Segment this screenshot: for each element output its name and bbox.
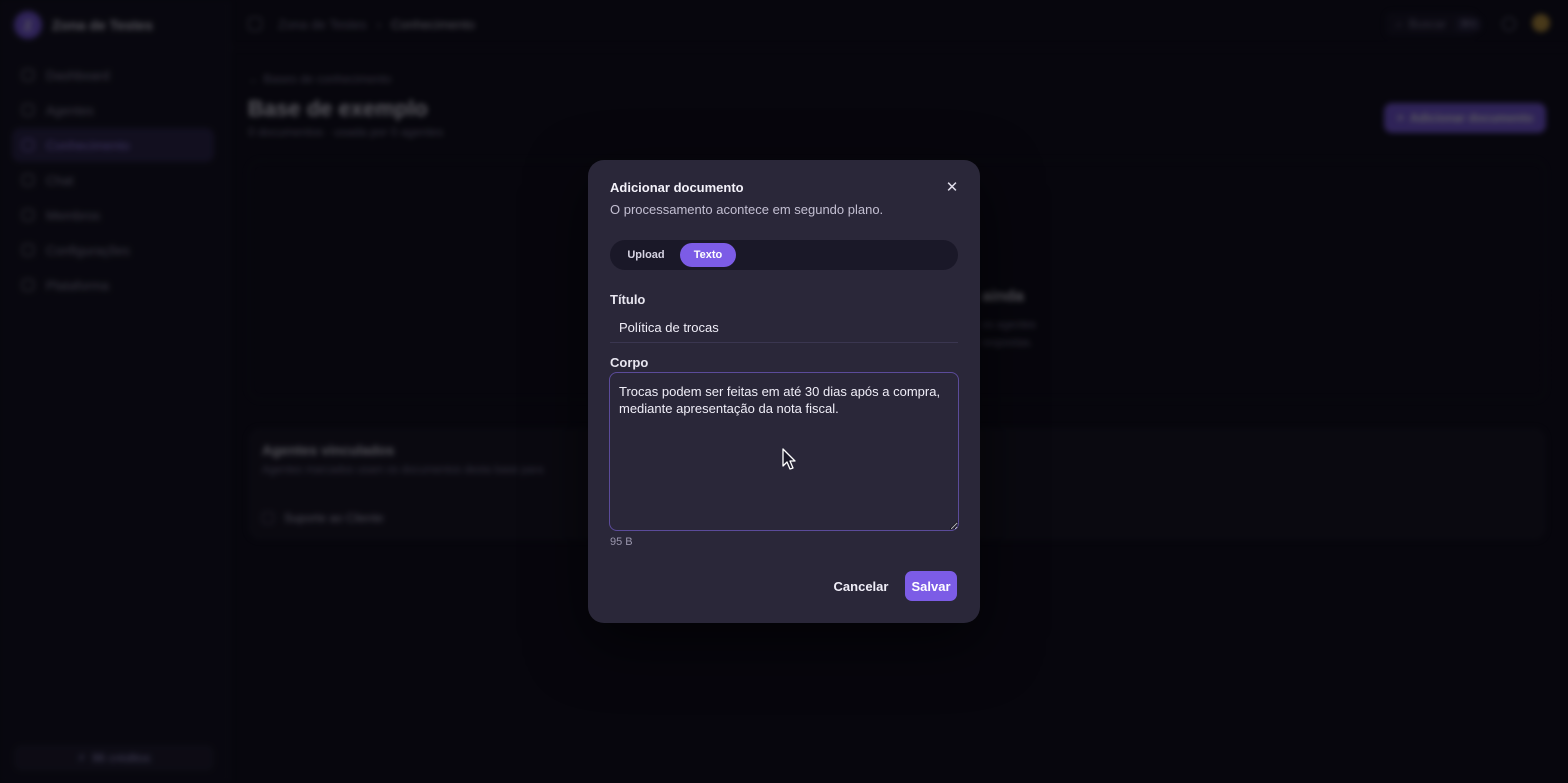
mouse-cursor-icon: [782, 448, 796, 470]
cancel-button[interactable]: Cancelar: [828, 572, 894, 600]
dialog-description: O processamento acontece em segundo plan…: [610, 202, 884, 217]
close-icon[interactable]: ✕: [944, 180, 960, 196]
tab-upload[interactable]: Upload: [616, 243, 676, 267]
save-button[interactable]: Salvar: [905, 571, 957, 601]
tab-texto[interactable]: Texto: [680, 243, 736, 267]
source-tabs: Upload Texto: [610, 240, 958, 270]
title-field-label: Título: [610, 292, 646, 307]
body-size-hint: 95 B: [610, 536, 633, 548]
add-document-dialog: Adicionar documento O processamento acon…: [588, 160, 980, 623]
body-field-label: Corpo: [610, 355, 649, 370]
title-field[interactable]: [610, 313, 958, 343]
dialog-title: Adicionar documento: [610, 180, 744, 195]
